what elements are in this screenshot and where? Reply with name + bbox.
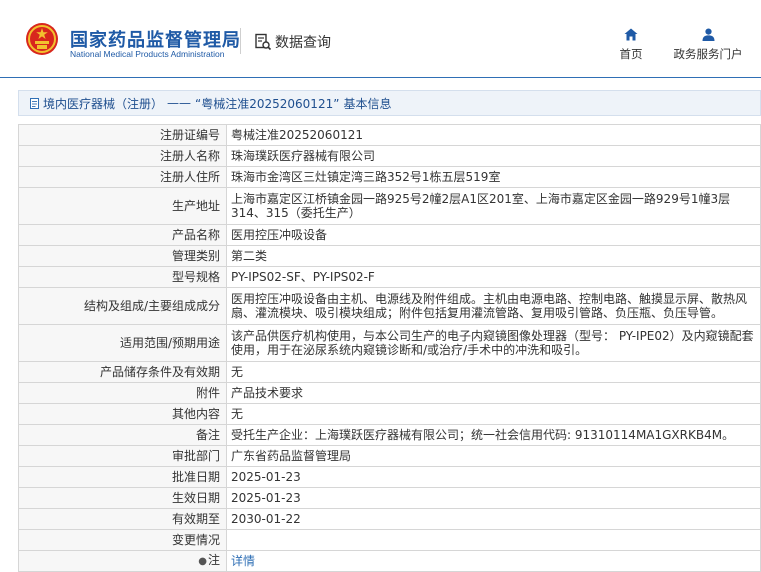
home-icon [624, 28, 638, 41]
pin-icon: ● [198, 556, 207, 567]
breadcrumb: 境内医疗器械（注册） —— “粤械注准20252060121” 基本信息 [18, 90, 761, 116]
table-row: 生效日期 2025-01-23 [18, 487, 761, 509]
row-value: 无 [226, 361, 761, 383]
table-row: 产品名称 医用控压冲吸设备 [18, 224, 761, 246]
row-label: 管理类别 [18, 245, 227, 267]
table-row: 适用范围/预期用途 该产品供医疗机构使用，与本公司生产的电子内窥镜图像处理器（型… [18, 324, 761, 362]
nav-home[interactable]: 首页 [613, 28, 649, 62]
row-value: 珠海市金湾区三灶镇定湾三路352号1栋五层519室 [226, 166, 761, 188]
data-query-label: 数据查询 [275, 35, 331, 51]
row-value: 2030-01-22 [226, 508, 761, 530]
row-value: PY-IPS02-SF、PY-IPS02-F [226, 266, 761, 288]
row-value: 上海市嘉定区江桥镇金园一路925号2幢2层A1区201室、上海市嘉定区金园一路9… [226, 187, 761, 225]
registration-info-table: 注册证编号 粤械注准20252060121 注册人名称 珠海璞跃医疗器械有限公司… [18, 124, 761, 572]
row-label: 变更情况 [18, 529, 227, 551]
breadcrumb-suffix: 基本信息 [343, 96, 392, 111]
note-value-cell: 详情 [226, 550, 761, 572]
main-content: 境内医疗器械（注册） —— “粤械注准20252060121” 基本信息 注册证… [18, 90, 761, 572]
table-row: 有效期至 2030-01-22 [18, 508, 761, 530]
logo-divider [240, 28, 241, 54]
table-row: 结构及组成/主要组成成分 医用控压冲吸设备由主机、电源线及附件组成。主机由电源电… [18, 287, 761, 325]
breadcrumb-separator: —— [167, 96, 192, 110]
row-value: 医用控压冲吸设备 [226, 224, 761, 246]
row-label: 产品储存条件及有效期 [18, 361, 227, 383]
table-row: 批准日期 2025-01-23 [18, 466, 761, 488]
row-value: 第二类 [226, 245, 761, 267]
site-header: 国家药品监督管理局 National Medical Products Admi… [0, 0, 761, 78]
details-link[interactable]: 详情 [231, 554, 255, 568]
table-row: 注册人名称 珠海璞跃医疗器械有限公司 [18, 145, 761, 167]
row-label: 产品名称 [18, 224, 227, 246]
row-label: 结构及组成/主要组成成分 [18, 287, 227, 325]
row-value: 2025-01-23 [226, 466, 761, 488]
table-row: 附件 产品技术要求 [18, 382, 761, 404]
row-label: 附件 [18, 382, 227, 404]
row-label: 型号规格 [18, 266, 227, 288]
nav-service-portal[interactable]: 政务服务门户 [668, 28, 748, 62]
table-row: 注册证编号 粤械注准20252060121 [18, 124, 761, 146]
row-label: 注 [207, 553, 220, 567]
row-label: 注册人住所 [18, 166, 227, 188]
table-row: 备注 受托生产企业：上海璞跃医疗器械有限公司；统一社会信用代码: 9131011… [18, 424, 761, 446]
row-value: 无 [226, 403, 761, 425]
row-label: 注册人名称 [18, 145, 227, 167]
table-row: 型号规格 PY-IPS02-SF、PY-IPS02-F [18, 266, 761, 288]
row-label: 批准日期 [18, 466, 227, 488]
national-emblem-icon [26, 23, 58, 55]
row-value: 广东省药品监督管理局 [226, 445, 761, 467]
row-value [226, 529, 761, 551]
breadcrumb-record: “粤械注准20252060121” [195, 96, 340, 111]
note-label-cell: ●注 [18, 550, 227, 572]
nav-home-label: 首页 [619, 47, 643, 61]
document-icon [30, 97, 39, 109]
row-label: 适用范围/预期用途 [18, 324, 227, 362]
site-name-en: National Medical Products Administration [70, 49, 225, 59]
nav-portal-label: 政务服务门户 [673, 47, 743, 61]
breadcrumb-category[interactable]: 境内医疗器械（注册） [43, 95, 163, 112]
table-row: ●注 详情 [18, 550, 761, 572]
table-row: 审批部门 广东省药品监督管理局 [18, 445, 761, 467]
table-row: 产品储存条件及有效期 无 [18, 361, 761, 383]
row-value: 产品技术要求 [226, 382, 761, 404]
row-value: 医用控压冲吸设备由主机、电源线及附件组成。主机由电源电路、控制电路、触摸显示屏、… [226, 287, 761, 325]
row-label: 生效日期 [18, 487, 227, 509]
row-value: 2025-01-23 [226, 487, 761, 509]
row-label: 有效期至 [18, 508, 227, 530]
table-row: 注册人住所 珠海市金湾区三灶镇定湾三路352号1栋五层519室 [18, 166, 761, 188]
row-label: 其他内容 [18, 403, 227, 425]
data-query-link[interactable]: 数据查询 [254, 32, 331, 52]
row-label: 备注 [18, 424, 227, 446]
row-value: 珠海璞跃医疗器械有限公司 [226, 145, 761, 167]
table-row: 管理类别 第二类 [18, 245, 761, 267]
table-row: 变更情况 [18, 529, 761, 551]
row-value: 粤械注准20252060121 [226, 124, 761, 146]
row-label: 注册证编号 [18, 124, 227, 146]
row-label: 生产地址 [18, 187, 227, 225]
row-value: 受托生产企业：上海璞跃医疗器械有限公司；统一社会信用代码: 91310114MA… [226, 424, 761, 446]
row-label: 审批部门 [18, 445, 227, 467]
search-document-icon [255, 33, 272, 51]
table-row: 生产地址 上海市嘉定区江桥镇金园一路925号2幢2层A1区201室、上海市嘉定区… [18, 187, 761, 225]
user-icon [702, 28, 714, 41]
table-row: 其他内容 无 [18, 403, 761, 425]
row-value: 该产品供医疗机构使用，与本公司生产的电子内窥镜图像处理器（型号： PY-IPE0… [226, 324, 761, 362]
